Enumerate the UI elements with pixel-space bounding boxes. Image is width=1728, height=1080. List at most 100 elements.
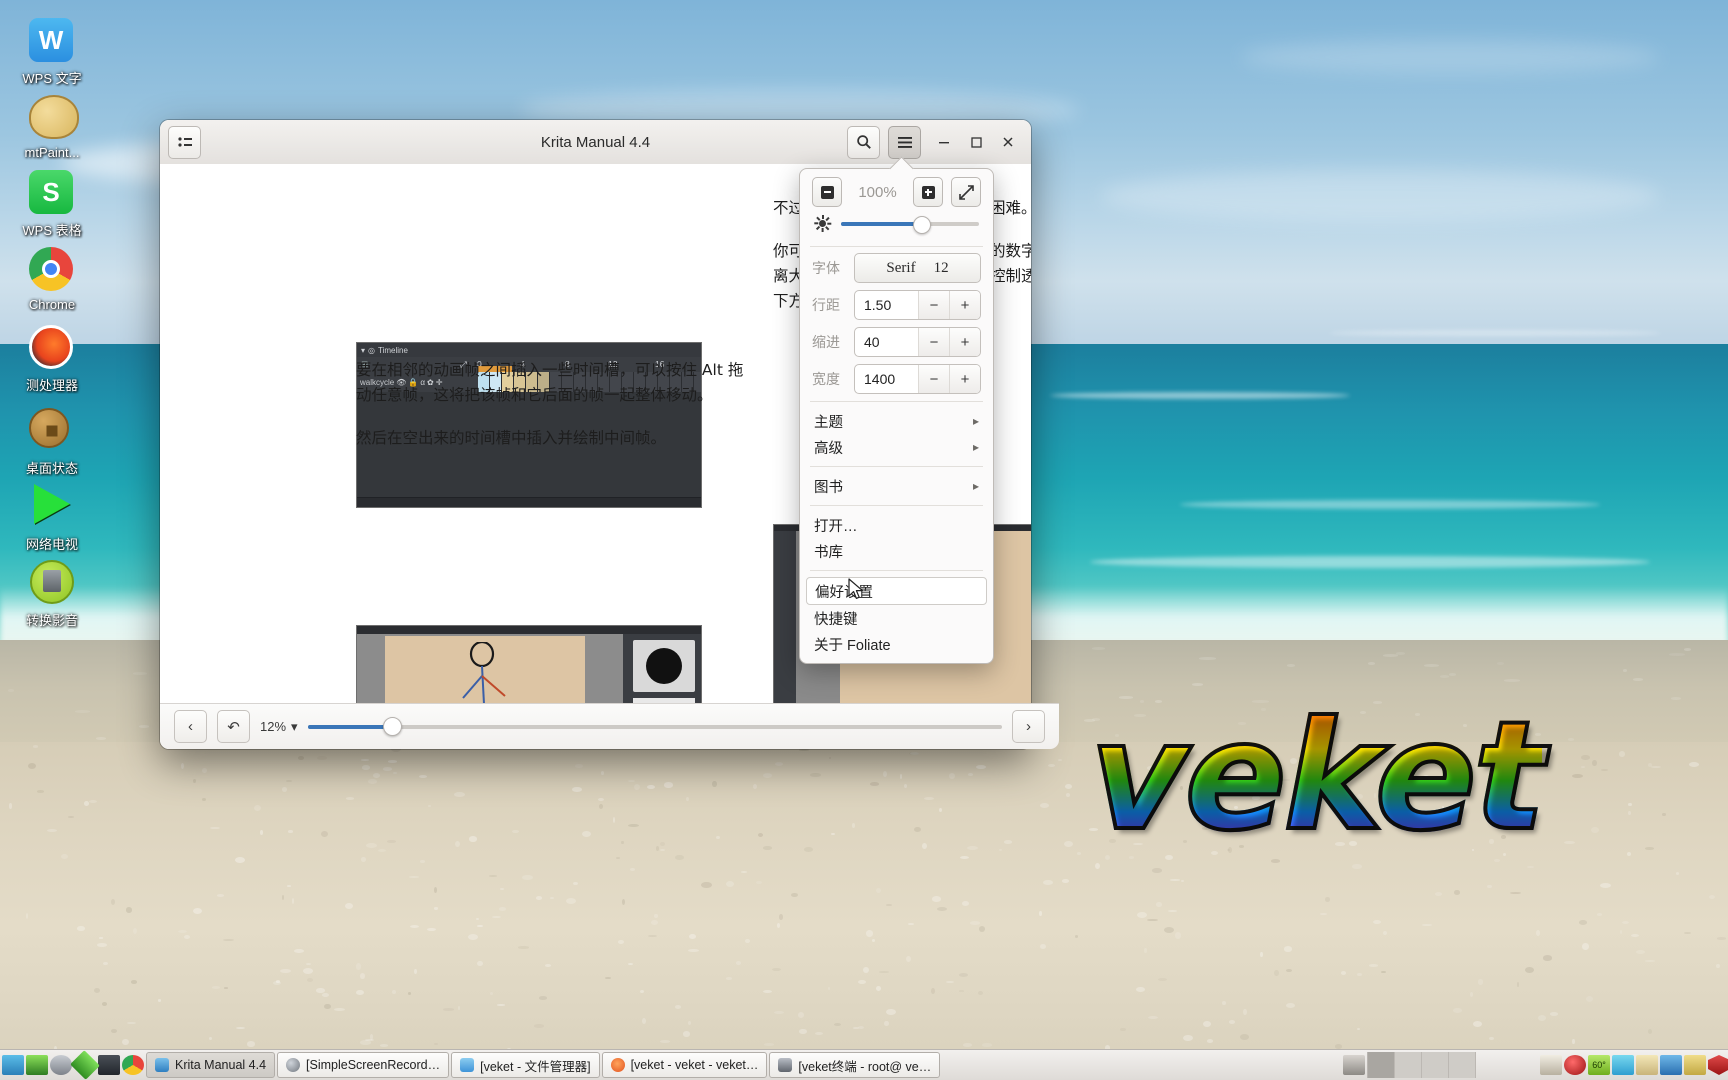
tray-clipboard-icon[interactable] [1636, 1055, 1658, 1075]
next-page-button[interactable]: › [1012, 710, 1045, 743]
reading-progress-slider[interactable] [308, 719, 1002, 735]
search-button[interactable] [847, 126, 880, 159]
search-icon [856, 134, 872, 150]
font-label: 字体 [812, 258, 846, 278]
indent-row: 缩进 40 − + [800, 327, 993, 357]
desktop-icon-media-converter[interactable]: 转换影音 [0, 557, 104, 629]
menu-divider [810, 505, 983, 506]
close-button[interactable] [993, 127, 1023, 157]
menu-item-theme[interactable]: 主题 ▸ [800, 408, 993, 434]
indent-stepper[interactable]: 40 − + [854, 327, 981, 357]
minimize-icon [937, 135, 951, 149]
menu-item-library[interactable]: 书库 [800, 538, 993, 564]
indent-increment[interactable]: + [949, 328, 980, 356]
desktop-icon-label: Chrome [0, 297, 104, 312]
tray-calendar-icon[interactable] [1540, 1055, 1562, 1075]
tray-camera2-icon[interactable] [1343, 1055, 1365, 1075]
maximize-button[interactable] [961, 127, 991, 157]
brightness-slider[interactable] [841, 217, 979, 231]
tray-chrome-icon[interactable] [122, 1055, 144, 1075]
font-family-value: Serif [886, 260, 915, 277]
line-spacing-row: 行距 1.50 − + [800, 290, 993, 320]
previous-page-button[interactable]: ‹ [174, 710, 207, 743]
tray-network-icon[interactable] [1612, 1055, 1634, 1075]
sidebar-toggle-icon [177, 135, 193, 149]
minimize-button[interactable] [929, 127, 959, 157]
indent-decrement[interactable]: − [918, 328, 949, 356]
desktop-icon-chrome[interactable]: Chrome [0, 247, 104, 312]
menu-item-about[interactable]: 关于 Foliate [800, 631, 993, 657]
tray-volume-icon[interactable] [1564, 1055, 1586, 1075]
workspace-2[interactable] [1395, 1052, 1422, 1078]
left-column-text: 要在相邻的动画帧之间插入一些时间槽，可以按住 Alt 拖动任意帧，这将把该帧和它… [356, 358, 746, 469]
progress-percent-dropdown[interactable]: 12% ▾ [260, 719, 298, 735]
taskbar-item-veket-browser[interactable]: [veket - veket - veket… [602, 1052, 768, 1078]
tray-shield-icon[interactable] [1708, 1055, 1728, 1075]
menu-item-label: 图书 [814, 476, 843, 497]
progress-knob[interactable] [383, 717, 402, 736]
fullscreen-button[interactable] [951, 177, 981, 207]
chevron-down-icon: ▾ [291, 719, 298, 735]
cloud [1100, 170, 1660, 222]
reader-footer-toolbar: ‹ ↶ 12% ▾ › [160, 703, 1059, 749]
workspace-3[interactable] [1422, 1052, 1449, 1078]
processor-icon [29, 325, 75, 371]
font-picker-button[interactable]: Serif 12 [854, 253, 981, 283]
workspace-4[interactable] [1449, 1052, 1476, 1078]
desktop-icon-desktop-status[interactable]: 桌面状态 [0, 403, 104, 477]
desktop-icon-processor[interactable]: 测处理器 [0, 325, 104, 394]
tray-screen-icon[interactable] [2, 1055, 24, 1075]
timeline-panel-title: Timeline [378, 346, 408, 355]
timeline-scrollbar[interactable] [357, 497, 701, 507]
tray-disk-icon[interactable] [1684, 1055, 1706, 1075]
desktop-icon-label: WPS 文字 [0, 68, 104, 87]
progress-percent-label: 12% [260, 719, 286, 734]
line-spacing-decrement[interactable]: − [918, 291, 949, 319]
tray-temperature-icon[interactable]: 60° [1588, 1055, 1610, 1075]
menu-item-preferences[interactable]: 偏好设置 [806, 577, 987, 605]
tray-display-icon[interactable] [98, 1055, 120, 1075]
desktop-icon-wps-writer[interactable]: W WPS 文字 [0, 18, 104, 87]
menu-item-label: 主题 [814, 411, 843, 432]
workspace-pager[interactable] [1367, 1052, 1476, 1078]
desktop-icon-mtpaint[interactable]: mtPaint... [0, 95, 104, 160]
menu-item-shortcuts[interactable]: 快捷键 [800, 605, 993, 631]
brightness-knob[interactable] [913, 216, 931, 234]
tray-monitor-icon[interactable] [26, 1055, 48, 1075]
taskbar-item-file-manager[interactable]: [veket - 文件管理器] [451, 1052, 599, 1078]
font-size-value: 12 [934, 260, 949, 277]
workspace-1[interactable] [1368, 1052, 1395, 1078]
zoom-out-button[interactable] [812, 177, 842, 207]
veket-logo: veket [1090, 690, 1542, 864]
krita-screenshot [356, 625, 702, 704]
width-stepper[interactable]: 1400 − + [854, 364, 981, 394]
menu-item-advanced[interactable]: 高级 ▸ [800, 434, 993, 460]
zoom-controls-row: 100% [800, 177, 993, 207]
width-decrement[interactable]: − [918, 365, 949, 393]
desktop-icon-wps-spreadsheet[interactable]: S WPS 表格 [0, 170, 104, 239]
font-row: 字体 Serif 12 [800, 253, 993, 283]
zoom-in-button[interactable] [913, 177, 943, 207]
menu-item-open[interactable]: 打开… [800, 512, 993, 538]
tray-terminal-icon[interactable] [70, 1050, 100, 1080]
line-spacing-increment[interactable]: + [949, 291, 980, 319]
menu-item-label: 高级 [814, 437, 843, 458]
taskbar-item-krita-manual[interactable]: Krita Manual 4.4 [146, 1052, 275, 1078]
main-menu-button[interactable] [888, 126, 921, 159]
line-spacing-stepper[interactable]: 1.50 − + [854, 290, 981, 320]
undo-button[interactable]: ↶ [217, 710, 250, 743]
width-increment[interactable]: + [949, 365, 980, 393]
chevron-right-icon: › [1026, 718, 1031, 735]
taskbar-item-label: [veket - veket - veket… [631, 1058, 759, 1072]
tray-camera-icon[interactable] [50, 1055, 72, 1075]
line-spacing-value: 1.50 [855, 297, 918, 313]
zoom-out-icon [821, 186, 834, 199]
tray-files-icon[interactable] [1660, 1055, 1682, 1075]
sidebar-toggle-button[interactable] [168, 126, 201, 159]
desktop-icon-label: 转换影音 [0, 610, 104, 629]
desktop-icon-network-tv[interactable]: 网络电视 [0, 480, 104, 553]
chevron-right-icon: ▸ [973, 440, 979, 454]
menu-item-book[interactable]: 图书 ▸ [800, 473, 993, 499]
taskbar-item-screenrecorder[interactable]: [SimpleScreenRecord… [277, 1052, 449, 1078]
taskbar-item-terminal[interactable]: [veket终端 - root@ ve… [769, 1052, 940, 1078]
